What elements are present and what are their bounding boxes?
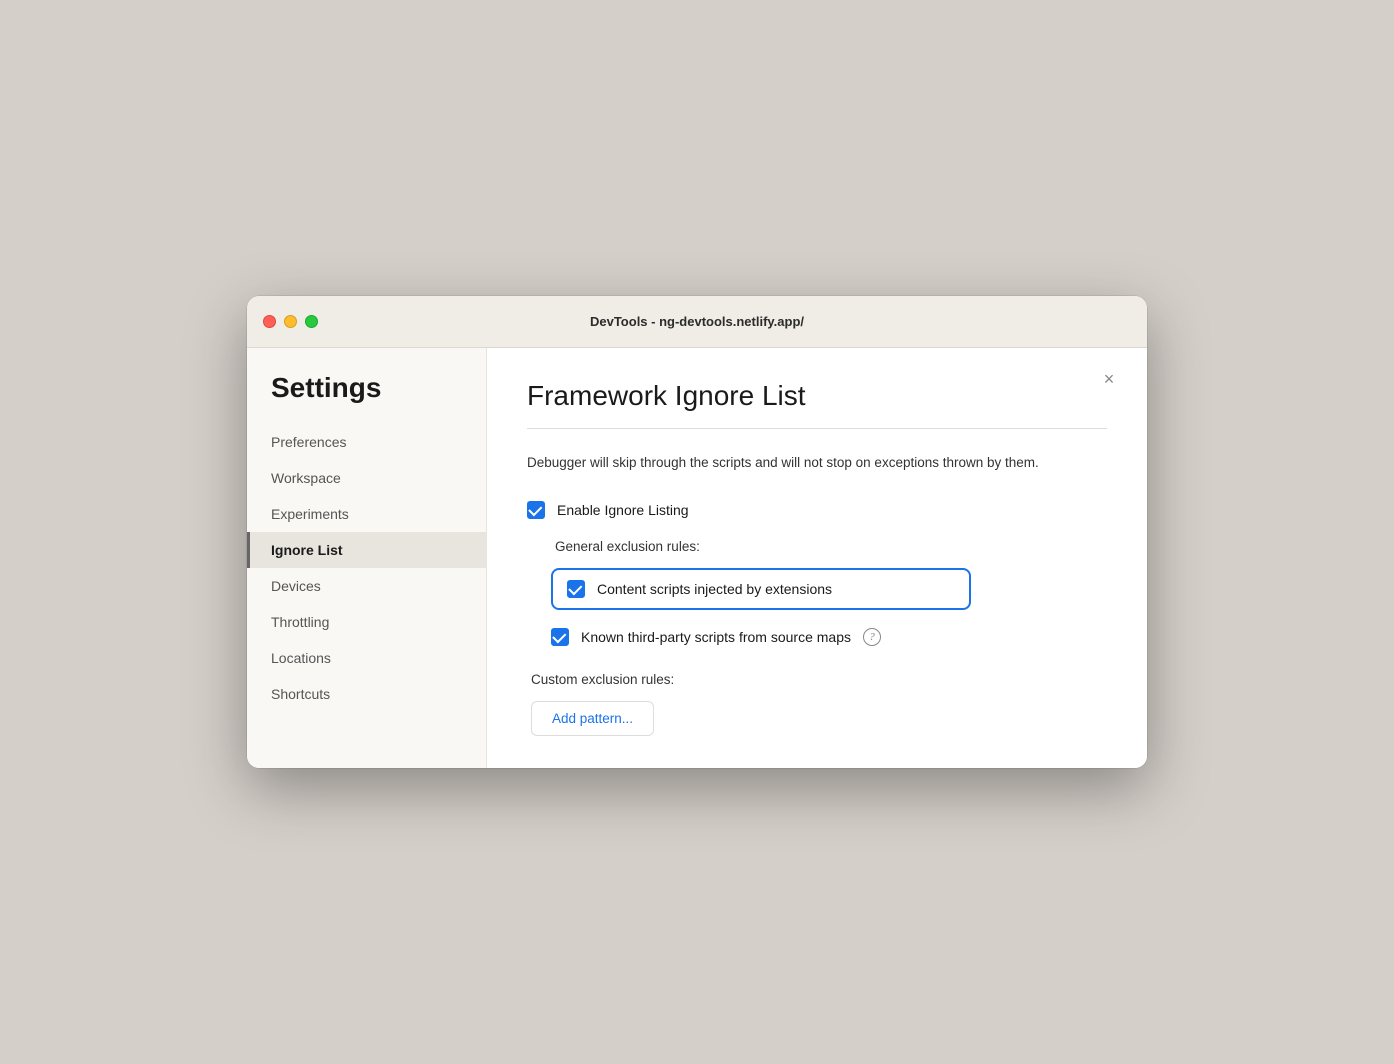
titlebar: DevTools - ng-devtools.netlify.app/ [247, 296, 1147, 348]
enable-ignore-listing-row: Enable Ignore Listing [527, 501, 1107, 519]
custom-exclusion-section: Custom exclusion rules: Add pattern... [527, 672, 1107, 736]
sidebar: Settings Preferences Workspace Experimen… [247, 348, 487, 768]
content-scripts-row: Content scripts injected by extensions [551, 568, 971, 610]
devtools-window: DevTools - ng-devtools.netlify.app/ Sett… [247, 296, 1147, 768]
minimize-traffic-light[interactable] [284, 315, 297, 328]
content-area: Settings Preferences Workspace Experimen… [247, 348, 1147, 768]
sidebar-item-devices[interactable]: Devices [247, 568, 486, 604]
third-party-scripts-checkbox[interactable] [551, 628, 569, 646]
enable-ignore-checkbox[interactable] [527, 501, 545, 519]
sidebar-item-experiments[interactable]: Experiments [247, 496, 486, 532]
sidebar-item-workspace[interactable]: Workspace [247, 460, 486, 496]
close-button[interactable]: × [1095, 366, 1123, 394]
sidebar-item-shortcuts[interactable]: Shortcuts [247, 676, 486, 712]
third-party-scripts-row: Known third-party scripts from source ma… [551, 626, 1107, 648]
close-traffic-light[interactable] [263, 315, 276, 328]
sidebar-item-throttling[interactable]: Throttling [247, 604, 486, 640]
third-party-scripts-label: Known third-party scripts from source ma… [581, 629, 851, 645]
add-pattern-button[interactable]: Add pattern... [531, 701, 654, 736]
traffic-lights [263, 315, 318, 328]
help-icon[interactable]: ? [863, 628, 881, 646]
general-exclusion-section: General exclusion rules: Content scripts… [551, 539, 1107, 648]
sidebar-item-locations[interactable]: Locations [247, 640, 486, 676]
custom-exclusion-label: Custom exclusion rules: [531, 672, 1107, 687]
content-scripts-checkbox[interactable] [567, 580, 585, 598]
maximize-traffic-light[interactable] [305, 315, 318, 328]
main-panel: × Framework Ignore List Debugger will sk… [487, 348, 1147, 768]
general-exclusion-label: General exclusion rules: [555, 539, 1107, 554]
sidebar-heading: Settings [247, 372, 486, 424]
sidebar-item-preferences[interactable]: Preferences [247, 424, 486, 460]
panel-title: Framework Ignore List [527, 380, 1107, 412]
enable-ignore-label: Enable Ignore Listing [557, 502, 689, 518]
titlebar-title: DevTools - ng-devtools.netlify.app/ [590, 314, 804, 329]
content-scripts-label: Content scripts injected by extensions [597, 581, 832, 597]
panel-description: Debugger will skip through the scripts a… [527, 453, 1107, 473]
sidebar-item-ignore-list[interactable]: Ignore List [247, 532, 486, 568]
panel-divider [527, 428, 1107, 429]
